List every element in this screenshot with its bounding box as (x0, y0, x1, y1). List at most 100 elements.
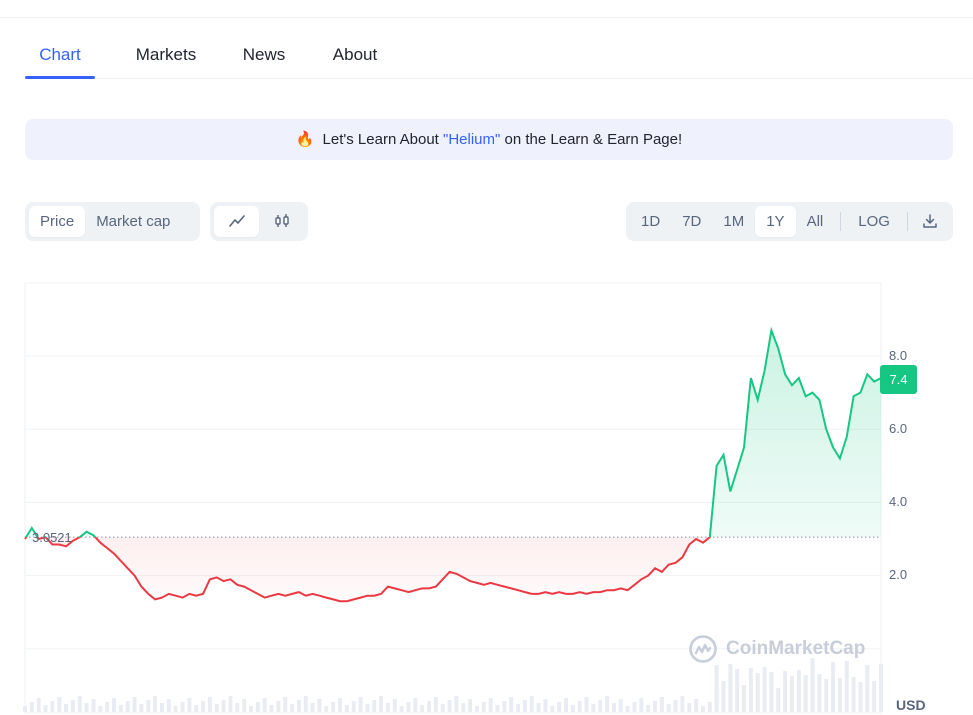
volume-bar (296, 700, 301, 712)
volume-bar (748, 668, 753, 712)
volume-bar (632, 702, 637, 712)
volume-bar (98, 706, 103, 712)
volume-bar (50, 701, 55, 712)
volume-bar (563, 698, 568, 712)
volume-bar (221, 700, 226, 712)
volume-bar (783, 671, 788, 712)
tab-news[interactable]: News (237, 40, 291, 78)
volume-bar (502, 701, 507, 712)
market-cap-toggle-button[interactable]: Market cap (85, 206, 181, 237)
price-chart[interactable]: 8.0 6.0 4.0 2.0 7.4 3.0521 USD CoinMarke… (0, 282, 973, 715)
volume-bar (577, 701, 582, 712)
range-toggle: 1D 7D 1M 1Y All LOG (626, 202, 953, 241)
range-all-button[interactable]: All (796, 206, 835, 237)
volume-bar (57, 697, 62, 712)
volume-bar (666, 704, 671, 712)
volume-bar (824, 679, 829, 712)
volume-bar (755, 673, 760, 712)
fire-icon: 🔥 (295, 131, 315, 148)
current-price-badge: 7.4 (880, 365, 917, 394)
line-chart-button[interactable] (214, 206, 259, 237)
volume-bar (194, 705, 199, 712)
volume-bar (276, 701, 281, 712)
volume-bar (317, 699, 322, 712)
volume-bar (36, 698, 41, 712)
page-tabs: Chart Markets News About (25, 40, 973, 79)
volume-bar (365, 704, 370, 712)
volume-bar (351, 701, 356, 712)
volume-bar (331, 702, 336, 712)
volume-bar (680, 696, 685, 712)
volume-bar (166, 699, 171, 712)
volume-bar (153, 696, 158, 712)
volume-bar (522, 700, 527, 712)
volume-bar (105, 702, 110, 712)
line-chart-icon (228, 215, 245, 227)
volume-bar (858, 682, 863, 712)
tab-markets[interactable]: Markets (129, 40, 203, 78)
volume-bar (420, 705, 425, 712)
candlestick-icon (274, 214, 289, 227)
volume-bar (653, 701, 658, 712)
top-divider (0, 17, 973, 18)
range-1d-button[interactable]: 1D (630, 206, 671, 237)
volume-bar (303, 696, 308, 712)
volume-bar (735, 669, 740, 712)
range-1m-button[interactable]: 1M (712, 206, 755, 237)
log-scale-button[interactable]: LOG (847, 206, 901, 237)
volume-bar (159, 703, 164, 712)
volume-bar (481, 702, 486, 712)
banner-helium-link[interactable]: "Helium" (443, 131, 500, 148)
volume-bar (769, 672, 774, 712)
volume-bar (584, 697, 589, 712)
volume-bar (659, 697, 664, 712)
volume-bar (248, 706, 253, 712)
volume-bar (796, 670, 801, 712)
volume-bar (413, 698, 418, 712)
download-button[interactable] (914, 206, 946, 237)
volume-bar (70, 700, 75, 712)
volume-bar (180, 702, 185, 712)
volume-bar (344, 705, 349, 712)
chart-type-toggle (210, 202, 308, 241)
volume-bar (714, 665, 719, 712)
range-1y-button[interactable]: 1Y (755, 206, 796, 237)
volume-bar (762, 667, 767, 712)
volume-bar (598, 700, 603, 712)
tab-about[interactable]: About (326, 40, 384, 78)
volume-bar (283, 697, 288, 712)
range-divider (906, 212, 908, 231)
watermark-text: CoinMarketCap (726, 638, 866, 659)
volume-bar (817, 674, 822, 712)
volume-bar (742, 685, 747, 712)
volume-bar (262, 698, 267, 712)
volume-bar (399, 706, 404, 712)
volume-bar (646, 705, 651, 712)
volume-bar (173, 706, 178, 712)
volume-bar (488, 698, 493, 712)
volume-bar (468, 699, 473, 712)
volume-bar (338, 698, 343, 712)
download-icon (923, 214, 937, 228)
metric-toggle: Price Market cap (25, 202, 200, 241)
volume-bar (536, 703, 541, 712)
candlestick-button[interactable] (259, 206, 304, 237)
volume-bar (474, 706, 479, 712)
volume-bar (433, 697, 438, 712)
volume-bar (84, 703, 89, 712)
tab-chart[interactable]: Chart (25, 40, 95, 79)
volume-bar (865, 665, 870, 712)
price-toggle-button[interactable]: Price (29, 206, 86, 237)
volume-bar (447, 700, 452, 712)
coinmarketcap-watermark: CoinMarketCap (688, 634, 865, 664)
volume-bar (64, 704, 69, 712)
volume-bar (187, 698, 192, 712)
volume-bar (146, 700, 151, 712)
volume-bar (228, 696, 233, 712)
volume-bar (700, 706, 705, 712)
range-7d-button[interactable]: 7D (671, 206, 712, 237)
volume-bar (618, 699, 623, 712)
volume-bar (694, 699, 699, 712)
volume-bar (810, 658, 815, 712)
volume-bar (461, 703, 466, 712)
